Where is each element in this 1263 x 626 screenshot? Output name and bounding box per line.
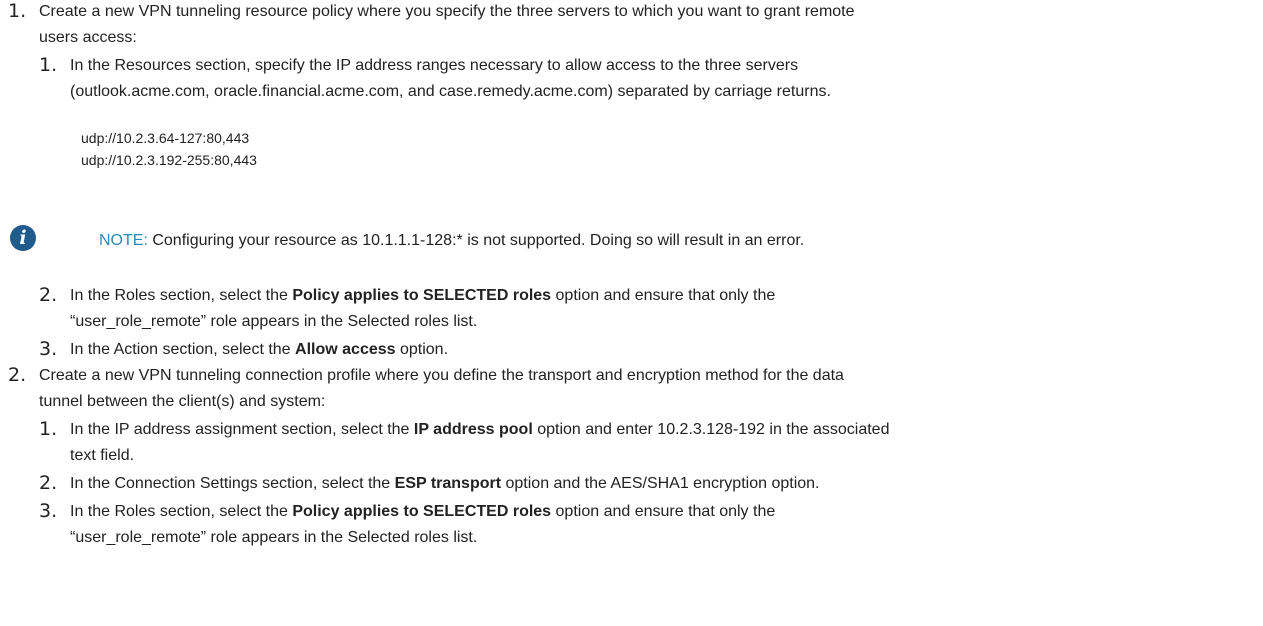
substep-text: In the Connection Settings section, sele… [70, 474, 819, 494]
substep-text-part: option and ensure that only the [551, 503, 776, 520]
substep-text-part: In the Roles section, select the [70, 503, 293, 520]
substep-number: 1. [39, 54, 58, 76]
code-line: udp://10.2.3.192-255:80,443 [81, 152, 257, 168]
substep-text: In the Action section, select the Allow … [70, 340, 448, 360]
substep-bold-option: Policy applies to SELECTED roles [292, 503, 552, 520]
step-text: tunnel between the client(s) and system: [39, 393, 326, 410]
substep-number: 2. [39, 472, 58, 494]
substep-text: In the Roles section, select the Policy … [70, 286, 775, 306]
substep-bold-option: Policy applies to SELECTED roles [292, 287, 552, 304]
note-text: Configuring your resource as 10.1.1.1-12… [147, 232, 805, 249]
substep-number: 3. [39, 338, 58, 360]
info-icon: i [10, 225, 36, 251]
note: NOTE: Configuring your resource as 10.1.… [99, 231, 804, 251]
substep-text-part: In the IP address assignment section, se… [70, 421, 414, 438]
step-number: 1. [8, 0, 27, 22]
substep-text: In the IP address assignment section, se… [70, 420, 889, 440]
substep-text: In the Resources section, specify the IP… [70, 57, 799, 74]
substep-text-part: In the Roles section, select the [70, 287, 293, 304]
substep-text-part: In the Action section, select the [70, 341, 296, 358]
substep-text: (outlook.acme.com, oracle.financial.acme… [70, 83, 831, 100]
substep-bold-option: ESP transport [394, 475, 502, 492]
substep-text-part: option and enter 10.2.3.128-192 in the a… [532, 421, 890, 438]
step-text: Create a new VPN tunneling resource poli… [39, 3, 855, 20]
substep-text: “user_role_remote” role appears in the S… [70, 313, 478, 330]
substep-text: text field. [70, 447, 135, 464]
substep-text: “user_role_remote” role appears in the S… [70, 529, 478, 546]
substep-number: 1. [39, 418, 58, 440]
step-number: 2. [8, 364, 27, 386]
note-label: NOTE: [99, 232, 148, 249]
step-text: Create a new VPN tunneling connection pr… [39, 367, 844, 384]
substep-text: In the Roles section, select the Policy … [70, 502, 775, 522]
substep-text-part: option. [395, 341, 449, 358]
substep-text-part: option and ensure that only the [551, 287, 776, 304]
step-text: users access: [39, 29, 137, 46]
substep-text-part: option and the AES/SHA1 encryption optio… [501, 475, 820, 492]
substep-bold-option: Allow access [295, 341, 396, 358]
substep-text-part: In the Connection Settings section, sele… [70, 475, 395, 492]
substep-number: 3. [39, 500, 58, 522]
substep-bold-option: IP address pool [413, 421, 533, 438]
substep-number: 2. [39, 284, 58, 306]
code-line: udp://10.2.3.64-127:80,443 [81, 130, 250, 146]
